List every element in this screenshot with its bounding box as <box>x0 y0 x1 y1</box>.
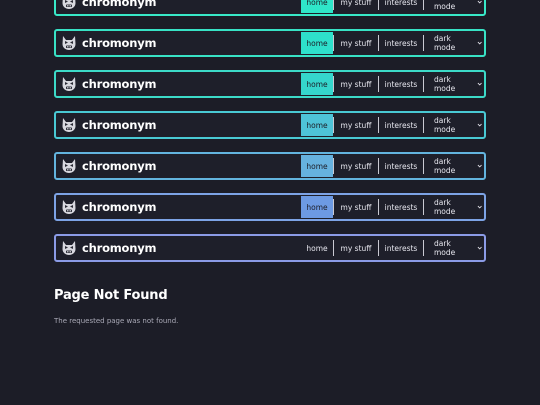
chevron-down-icon <box>477 41 482 45</box>
brand-name: chromonym <box>82 77 157 91</box>
brand-name: chromonym <box>82 118 157 132</box>
nav-my-stuff-link[interactable]: my stuff <box>334 73 378 95</box>
chevron-down-icon <box>477 123 482 127</box>
brand-name: chromonym <box>82 200 157 214</box>
brand[interactable]: chromonym <box>61 34 157 52</box>
brand[interactable]: chromonym <box>61 75 157 93</box>
theme-mode-label: dark mode <box>434 0 456 11</box>
brand-name: chromonym <box>82 241 157 255</box>
nav-interests-link[interactable]: interests <box>379 155 423 177</box>
navbar-variant: chromonym home my stuff interests dark m… <box>54 193 486 221</box>
nav-home-link[interactable]: home <box>301 32 333 54</box>
nav-menu: home my stuff interests dark mode <box>301 73 482 95</box>
brand[interactable]: chromonym <box>61 0 157 11</box>
not-found-message: The requested page was not found. <box>54 317 179 325</box>
theme-mode-select[interactable]: dark mode <box>424 155 482 177</box>
nav-home-link[interactable]: home <box>301 114 333 136</box>
nav-home-link[interactable]: home <box>301 196 333 218</box>
nav-my-stuff-link[interactable]: my stuff <box>334 196 378 218</box>
chevron-down-icon <box>477 205 482 209</box>
cat-logo-icon <box>62 241 76 255</box>
nav-home-link[interactable]: home <box>301 0 333 13</box>
nav-menu: home my stuff interests dark mode <box>301 0 482 13</box>
nav-my-stuff-link[interactable]: my stuff <box>334 0 378 13</box>
nav-menu: home my stuff interests dark mode <box>301 196 482 218</box>
cat-logo-icon <box>62 159 76 173</box>
navbar-variant: chromonym home my stuff interests dark m… <box>54 0 486 16</box>
brand-name: chromonym <box>82 159 157 173</box>
nav-my-stuff-link[interactable]: my stuff <box>334 32 378 54</box>
chevron-down-icon <box>477 164 482 168</box>
theme-mode-label: dark mode <box>434 198 456 216</box>
nav-my-stuff-link[interactable]: my stuff <box>334 237 378 259</box>
nav-menu: home my stuff interests dark mode <box>301 237 482 259</box>
brand-name: chromonym <box>82 0 157 9</box>
cat-logo-icon <box>62 77 76 91</box>
cat-logo-icon <box>62 200 76 214</box>
nav-home-link[interactable]: home <box>301 237 333 259</box>
nav-menu: home my stuff interests dark mode <box>301 114 482 136</box>
nav-interests-link[interactable]: interests <box>379 196 423 218</box>
nav-home-link[interactable]: home <box>301 155 333 177</box>
nav-interests-link[interactable]: interests <box>379 73 423 95</box>
brand[interactable]: chromonym <box>61 116 157 134</box>
theme-mode-label: dark mode <box>434 75 456 93</box>
brand[interactable]: chromonym <box>61 239 157 257</box>
theme-mode-select[interactable]: dark mode <box>424 196 482 218</box>
nav-interests-link[interactable]: interests <box>379 0 423 13</box>
theme-mode-label: dark mode <box>434 34 456 52</box>
cat-logo-icon <box>62 0 76 9</box>
navbar-variants: chromonym home my stuff interests dark m… <box>54 0 486 275</box>
navbar-variant: chromonym home my stuff interests dark m… <box>54 29 486 57</box>
theme-mode-label: dark mode <box>434 116 456 134</box>
theme-mode-select[interactable]: dark mode <box>424 237 482 259</box>
chevron-down-icon <box>477 0 482 4</box>
chevron-down-icon <box>477 82 482 86</box>
theme-mode-label: dark mode <box>434 157 456 175</box>
navbar-variant: chromonym home my stuff interests dark m… <box>54 70 486 98</box>
nav-my-stuff-link[interactable]: my stuff <box>334 155 378 177</box>
nav-my-stuff-link[interactable]: my stuff <box>334 114 378 136</box>
theme-mode-select[interactable]: dark mode <box>424 73 482 95</box>
nav-home-link[interactable]: home <box>301 73 333 95</box>
cat-logo-icon <box>62 118 76 132</box>
nav-menu: home my stuff interests dark mode <box>301 155 482 177</box>
theme-mode-select[interactable]: dark mode <box>424 0 482 13</box>
theme-mode-label: dark mode <box>434 239 456 257</box>
brand[interactable]: chromonym <box>61 198 157 216</box>
theme-mode-select[interactable]: dark mode <box>424 114 482 136</box>
navbar-variant: chromonym home my stuff interests dark m… <box>54 152 486 180</box>
navbar-variant: chromonym home my stuff interests dark m… <box>54 234 486 262</box>
page-title: Page Not Found <box>54 288 168 303</box>
brand-name: chromonym <box>82 36 157 50</box>
nav-interests-link[interactable]: interests <box>379 237 423 259</box>
brand[interactable]: chromonym <box>61 157 157 175</box>
navbar-variant: chromonym home my stuff interests dark m… <box>54 111 486 139</box>
chevron-down-icon <box>477 246 482 250</box>
nav-menu: home my stuff interests dark mode <box>301 32 482 54</box>
nav-interests-link[interactable]: interests <box>379 32 423 54</box>
cat-logo-icon <box>62 36 76 50</box>
nav-interests-link[interactable]: interests <box>379 114 423 136</box>
theme-mode-select[interactable]: dark mode <box>424 32 482 54</box>
